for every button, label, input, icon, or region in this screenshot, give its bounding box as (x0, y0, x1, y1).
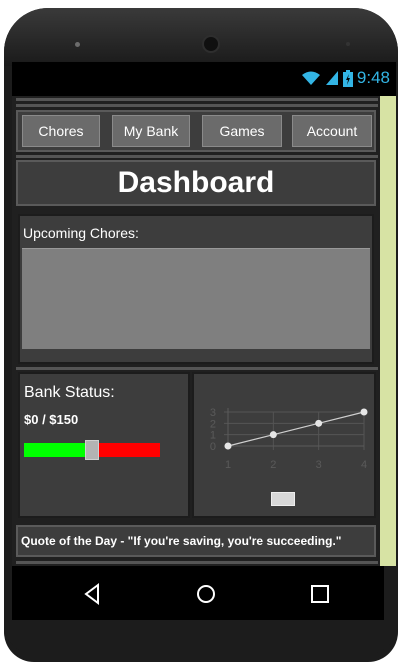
quote-of-the-day: Quote of the Day - "If you're saving, yo… (16, 525, 376, 557)
chart-panel: 01231234 (192, 372, 376, 518)
phone-bottom-bezel (4, 620, 398, 654)
chart-x-tick-label: 2 (270, 459, 276, 471)
chart-y-tick-label: 2 (210, 418, 216, 430)
my-bank-button[interactable]: My Bank (112, 115, 190, 147)
clock-time: 9:48 (356, 68, 390, 87)
bank-title: Bank Status: (24, 384, 115, 401)
chart-point (360, 408, 368, 416)
battery-icon (342, 69, 353, 87)
top-divider-2 (16, 104, 378, 107)
nav-divider (16, 155, 378, 158)
signal-icon (325, 71, 338, 85)
chart-point (315, 419, 323, 427)
chores-list[interactable] (22, 248, 370, 349)
chart-series-line (227, 411, 365, 447)
section-divider (16, 367, 378, 370)
chart-x-tick-label: 3 (316, 459, 322, 471)
side-panel (380, 96, 396, 566)
savings-slider[interactable] (24, 440, 160, 460)
chart-y-tick-label: 1 (210, 430, 216, 442)
nav-bar: Chores My Bank Games Account (16, 110, 376, 152)
chart-x-tick-label: 1 (225, 459, 231, 471)
chart-button[interactable] (271, 492, 295, 506)
system-nav-bar (12, 566, 384, 620)
chores-label: Upcoming Chores: (23, 225, 139, 241)
bank-panel: Bank Status: $0 / $150 (18, 372, 190, 518)
chart-point (224, 442, 232, 450)
home-circle-icon[interactable] (192, 580, 220, 608)
progress-chart: 01231 2 3 4 (210, 407, 368, 471)
slider-saved-track (24, 443, 85, 457)
recents-square-icon[interactable] (306, 580, 334, 608)
slider-remaining-track (99, 443, 160, 457)
speaker-dot (75, 42, 80, 47)
app-content: Chores My Bank Games Account Dashboard U… (12, 96, 380, 566)
wifi-icon (301, 71, 320, 85)
proximity-sensor (346, 42, 350, 46)
back-triangle-icon[interactable] (78, 580, 106, 608)
bottom-divider (16, 561, 378, 564)
games-button[interactable]: Games (202, 115, 282, 147)
bank-amount: $0 / $150 (24, 412, 79, 427)
chart-y-tick-label: 3 (210, 407, 216, 419)
top-divider (16, 98, 378, 101)
phone-top-bezel (4, 8, 398, 66)
slider-thumb[interactable] (85, 440, 99, 460)
chores-panel: Upcoming Chores: (18, 214, 374, 364)
front-camera (202, 35, 220, 53)
page-title: Dashboard (16, 160, 376, 206)
chart-point (269, 431, 277, 439)
account-button[interactable]: Account (292, 115, 372, 147)
phone-screen: 9:48 Chores My Bank Games Account Dashbo… (12, 62, 396, 566)
chart-y-tick-label: 0 (210, 441, 216, 453)
chores-button[interactable]: Chores (22, 115, 100, 147)
status-bar: 9:48 (12, 62, 396, 93)
chart-x-tick-label: 4 (361, 459, 367, 471)
